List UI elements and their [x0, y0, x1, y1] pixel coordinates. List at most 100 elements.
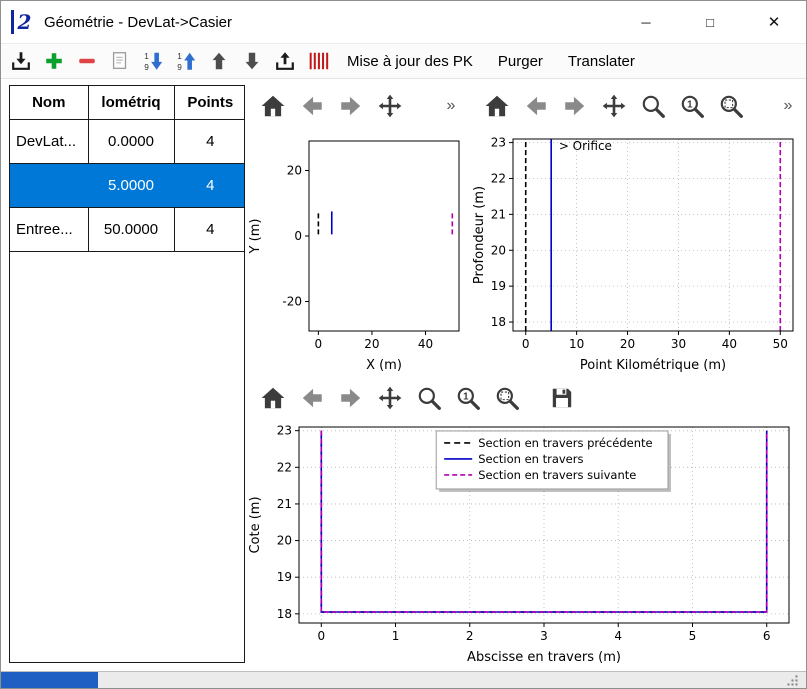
close-button[interactable]: ✕ [742, 1, 806, 43]
svg-text:1: 1 [144, 52, 149, 61]
svg-text:23: 23 [491, 136, 506, 150]
col-header-kilometrique[interactable]: lométriq [88, 86, 174, 119]
section-panel: 1 0123456181920212223Abscisse en travers… [245, 377, 806, 669]
svg-text:Profondeur (m): Profondeur (m) [472, 186, 487, 284]
move-up-icon[interactable] [206, 48, 232, 74]
table-row[interactable]: DevLat... 0.0000 4 [10, 119, 245, 163]
bottom-strip [1, 671, 806, 688]
svg-text:4: 4 [614, 629, 622, 643]
forward-icon[interactable] [561, 92, 589, 120]
forward-icon[interactable] [337, 92, 365, 120]
app-icon[interactable]: 2 [11, 10, 35, 34]
overflow-chevron[interactable]: » [443, 92, 459, 120]
svg-text:30: 30 [671, 337, 686, 351]
edit-sheet-icon[interactable] [107, 48, 133, 74]
plan-chart[interactable]: 02040-20020X (m)Y (m) [245, 127, 469, 377]
svg-text:9: 9 [144, 63, 149, 72]
table-row[interactable]: 5.0000 4 [10, 163, 245, 207]
svg-text:50: 50 [773, 337, 788, 351]
section-chart[interactable]: 0123456181920212223Abscisse en travers (… [245, 419, 803, 669]
svg-text:Section en travers suivante: Section en travers suivante [478, 468, 636, 482]
overflow-chevron[interactable]: » [780, 92, 796, 120]
svg-text:6: 6 [763, 629, 771, 643]
svg-text:18: 18 [491, 315, 506, 329]
svg-text:20: 20 [620, 337, 635, 351]
svg-text:3: 3 [540, 629, 548, 643]
svg-text:40: 40 [722, 337, 737, 351]
svg-text:Section en travers précédente: Section en travers précédente [478, 436, 652, 450]
cell-nom[interactable] [10, 163, 88, 207]
profile-panel: 1» 01020304050181920212223Point Kilométr… [469, 85, 806, 377]
update-pk-button[interactable]: Mise à jour des PK [338, 50, 482, 73]
import-icon[interactable] [8, 48, 34, 74]
cell-nom[interactable]: DevLat... [10, 119, 88, 163]
svg-text:> Orifice: > Orifice [559, 139, 612, 153]
svg-text:1: 1 [687, 100, 693, 111]
cell-points[interactable]: 4 [174, 119, 245, 163]
section-nav-toolbar: 1 [245, 377, 806, 419]
pan-icon[interactable] [376, 384, 404, 412]
back-icon[interactable] [298, 92, 326, 120]
back-icon[interactable] [522, 92, 550, 120]
svg-text:20: 20 [364, 337, 379, 351]
table-row[interactable]: Entree... 50.0000 4 [10, 207, 245, 251]
cell-points[interactable]: 4 [174, 207, 245, 251]
pk-stripes-icon[interactable] [305, 48, 331, 74]
col-header-nom[interactable]: Nom [10, 86, 88, 119]
zoom-icon[interactable] [639, 92, 667, 120]
sort-ascending-icon[interactable]: 19 [173, 48, 199, 74]
sort-descending-icon[interactable]: 19 [140, 48, 166, 74]
svg-text:23: 23 [277, 424, 292, 438]
zoom-select-icon[interactable] [493, 384, 521, 412]
profile-nav-toolbar: 1» [469, 85, 806, 127]
home-icon[interactable] [483, 92, 511, 120]
profile-chart[interactable]: 01020304050181920212223Point Kilométriqu… [469, 127, 805, 377]
svg-text:-20: -20 [282, 295, 302, 309]
cell-points[interactable]: 4 [174, 163, 245, 207]
add-row-icon[interactable] [41, 48, 67, 74]
svg-text:10: 10 [569, 337, 584, 351]
delete-row-icon[interactable] [74, 48, 100, 74]
svg-text:0: 0 [315, 337, 323, 351]
svg-text:40: 40 [418, 337, 433, 351]
window-title: Géométrie - DevLat->Casier [44, 14, 232, 31]
pan-icon[interactable] [600, 92, 628, 120]
pan-icon[interactable] [376, 92, 404, 120]
svg-text:22: 22 [277, 460, 292, 474]
svg-text:0: 0 [294, 229, 302, 243]
cell-nom[interactable]: Entree... [10, 207, 88, 251]
maximize-button[interactable]: □ [678, 1, 742, 43]
purger-button[interactable]: Purger [489, 50, 552, 73]
move-down-icon[interactable] [239, 48, 265, 74]
svg-text:21: 21 [491, 207, 506, 221]
plots-top-row: » 02040-20020X (m)Y (m) 1» 0102030405018… [245, 85, 806, 377]
zoom-icon[interactable] [415, 384, 443, 412]
svg-text:Cote (m): Cote (m) [248, 496, 263, 553]
zoom-one-icon[interactable]: 1 [454, 384, 482, 412]
cell-pk[interactable]: 0.0000 [88, 119, 174, 163]
home-icon[interactable] [259, 92, 287, 120]
svg-text:1: 1 [177, 52, 182, 61]
svg-text:0: 0 [522, 337, 530, 351]
resize-grip[interactable] [786, 674, 799, 687]
cell-pk[interactable]: 5.0000 [88, 163, 174, 207]
export-icon[interactable] [272, 48, 298, 74]
home-icon[interactable] [259, 384, 287, 412]
col-header-points[interactable]: Points [174, 86, 245, 119]
sections-table-panel: Nom lométriq Points DevLat... 0.0000 4 5… [9, 85, 245, 663]
taskbar-item[interactable] [1, 672, 98, 688]
translater-button[interactable]: Translater [559, 50, 644, 73]
svg-text:20: 20 [491, 243, 506, 257]
forward-icon[interactable] [337, 384, 365, 412]
zoom-one-icon[interactable]: 1 [678, 92, 706, 120]
minimize-button[interactable]: ─ [614, 1, 678, 43]
plots-area: » 02040-20020X (m)Y (m) 1» 0102030405018… [245, 85, 806, 671]
zoom-select-icon[interactable] [717, 92, 745, 120]
svg-text:1: 1 [463, 392, 469, 403]
cell-pk[interactable]: 50.0000 [88, 207, 174, 251]
plan-panel: » 02040-20020X (m)Y (m) [245, 85, 469, 377]
svg-text:18: 18 [277, 607, 292, 621]
save-icon[interactable] [548, 384, 576, 412]
plan-nav-toolbar: » [245, 85, 469, 127]
back-icon[interactable] [298, 384, 326, 412]
